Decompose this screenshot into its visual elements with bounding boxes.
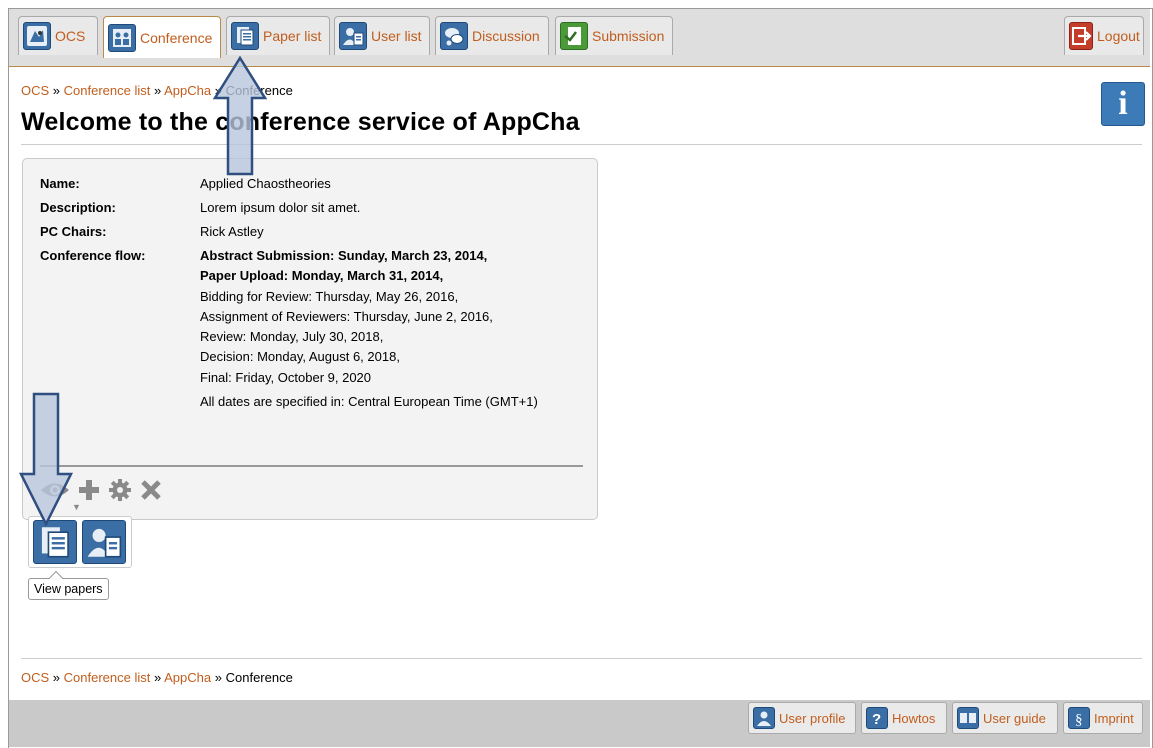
flow-item: Paper Upload: Monday, March 31, 2014, (200, 268, 444, 284)
name-label: Name: (40, 176, 80, 191)
breadcrumb-separator: » (154, 83, 162, 98)
flow-item: Abstract Submission: Sunday, March 23, 2… (200, 248, 488, 263)
description-label: Description: (40, 200, 116, 215)
tab-submission[interactable]: Submission (555, 16, 673, 55)
breadcrumb-separator: » (214, 670, 222, 685)
plus-icon[interactable] (78, 479, 100, 505)
tab-label: Submission (592, 28, 665, 44)
flow-item: Review: Monday, July 30, 2018, (200, 329, 384, 345)
footer-breadcrumb: OCS » Conference list » AppCha » Confere… (21, 670, 293, 685)
user-list-icon (339, 22, 367, 50)
panel-divider (40, 465, 583, 467)
breadcrumb-link-ocs[interactable]: OCS (21, 83, 49, 98)
close-icon[interactable] (140, 479, 162, 505)
conference-flow-row: Conference flow: (40, 246, 200, 266)
breadcrumb-link-conference-list[interactable]: Conference list (64, 670, 151, 685)
pc-chairs: Rick Astley (200, 224, 264, 239)
flow-item: Bidding for Review: Thursday, May 26, 20… (200, 288, 459, 304)
howtos-button[interactable]: ? Howtos (861, 702, 947, 734)
footer-button-label: Howtos (892, 710, 936, 726)
page-title: Welcome to the conference service of App… (21, 108, 580, 136)
tab-label: User list (371, 28, 422, 44)
arrow-down-annotation (18, 392, 74, 527)
conference-icon (108, 23, 136, 52)
breadcrumb-link-appcha[interactable]: AppCha (164, 670, 211, 685)
user-profile-icon (753, 707, 775, 729)
logout-label: Logout (1097, 28, 1140, 44)
conference-name: Applied Chaostheories (200, 176, 331, 191)
view-users-button[interactable] (82, 520, 126, 564)
conference-description: Lorem ipsum dolor sit amet. (200, 200, 361, 215)
gear-icon[interactable] (108, 478, 132, 506)
paper-list-icon (231, 22, 259, 50)
tab-ocs[interactable]: OCS (18, 16, 98, 55)
svg-text:?: ? (872, 711, 881, 727)
paragraph-icon: § (1068, 707, 1090, 729)
info-button[interactable]: i (1101, 82, 1145, 126)
conference-description-row: Description: Lorem ipsum dolor sit amet. (40, 198, 360, 218)
flow-item: Decision: Monday, August 6, 2018, (200, 349, 400, 365)
logout-button[interactable]: Logout (1064, 16, 1144, 55)
conference-name-row: Name: Applied Chaostheories (40, 174, 331, 194)
breadcrumb-link-appcha[interactable]: AppCha (164, 83, 211, 98)
footer-button-label: User profile (779, 710, 846, 726)
breadcrumb-separator: » (52, 83, 61, 98)
footer-divider (21, 658, 1142, 659)
footer-button-label: User guide (983, 710, 1046, 726)
flow-item: Final: Friday, October 9, 2020 (200, 369, 372, 385)
tab-label: OCS (55, 28, 86, 44)
tooltip: View papers (28, 578, 109, 600)
question-icon: ? (866, 707, 888, 729)
footer-button-label: Imprint (1094, 710, 1134, 726)
breadcrumb-current: Conference (225, 670, 293, 685)
tab-paper-list[interactable]: Paper list (226, 16, 330, 55)
breadcrumb-link-ocs[interactable]: OCS (21, 670, 49, 685)
user-profile-button[interactable]: User profile (748, 702, 856, 734)
breadcrumb-separator: » (154, 670, 162, 685)
info-icon: i (1118, 85, 1128, 122)
breadcrumb-separator: » (52, 670, 61, 685)
tab-label: Discussion (472, 28, 540, 44)
imprint-button[interactable]: § Imprint (1063, 702, 1143, 734)
tab-conference[interactable]: Conference (103, 16, 221, 58)
conference-flow-list: Abstract Submission: Sunday, March 23, 2… (200, 246, 538, 412)
conference-flow-label: Conference flow: (40, 248, 146, 263)
breadcrumb-link-conference-list[interactable]: Conference list (64, 83, 151, 98)
book-icon (957, 707, 979, 729)
pc-chairs-row: PC Chairs: Rick Astley (40, 222, 264, 242)
ocs-home-icon (23, 22, 51, 50)
title-divider (21, 144, 1142, 145)
user-guide-button[interactable]: User guide (952, 702, 1058, 734)
flow-item: Assignment of Reviewers: Thursday, June … (200, 308, 493, 324)
tab-label: Conference (140, 29, 213, 46)
logout-icon (1069, 22, 1093, 50)
arrow-up-annotation (212, 56, 268, 176)
submission-icon (560, 22, 588, 50)
tab-label: Paper list (263, 28, 322, 44)
svg-text:§: § (1075, 712, 1083, 727)
tab-user-list[interactable]: User list (334, 16, 430, 55)
pc-chairs-label: PC Chairs: (40, 224, 107, 239)
tab-discussion[interactable]: Discussion (435, 16, 549, 55)
discussion-icon (440, 22, 468, 50)
timezone-note: All dates are specified in: Central Euro… (200, 394, 538, 410)
